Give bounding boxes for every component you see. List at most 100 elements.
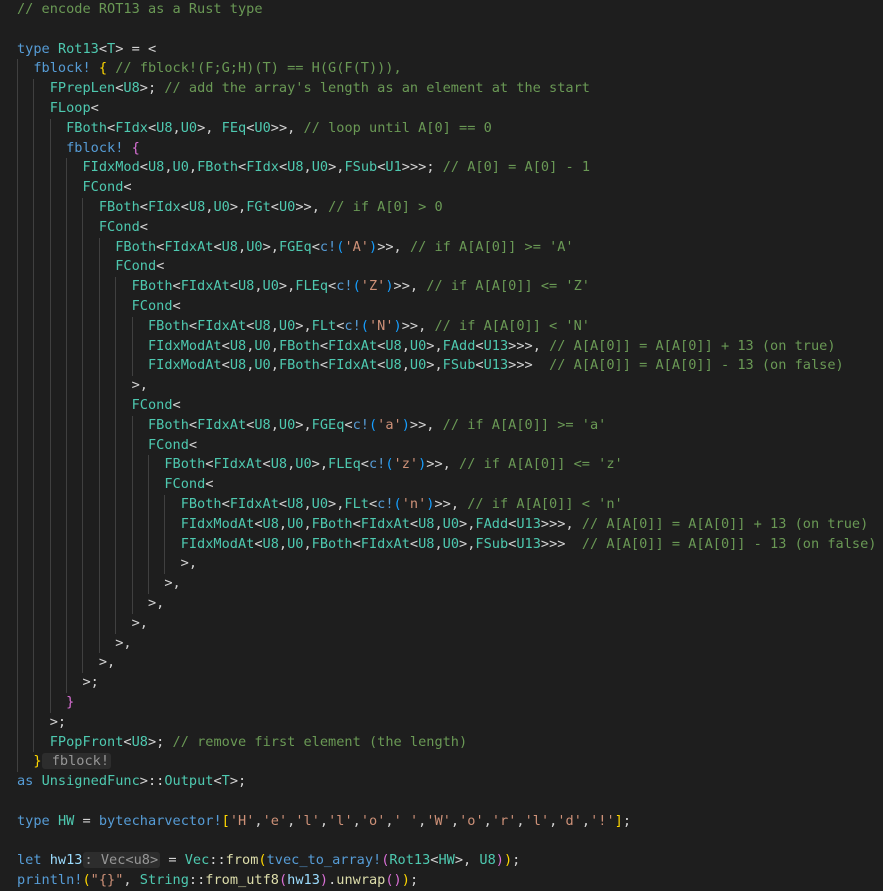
code-token: from <box>225 852 259 869</box>
code-token: FIdxModAt <box>147 337 222 354</box>
code-token: } <box>33 753 42 770</box>
code-line: >; <box>0 713 883 733</box>
code-token: FSub <box>442 357 476 374</box>
code-token: c! <box>319 238 337 255</box>
code-comment: // encode ROT13 as a Rust type <box>17 1 263 17</box>
code-token: ) <box>319 872 329 889</box>
code-line: FCond< <box>0 218 883 238</box>
code-token: { <box>131 139 140 156</box>
code-token: < <box>254 515 263 532</box>
code-token: >, <box>426 357 443 374</box>
code-token: U0 <box>254 337 271 354</box>
code-token: U0 <box>246 238 263 255</box>
code-line: fblock! { // fblock!(F;G;H)(T) == H(G(F(… <box>0 59 883 79</box>
code-token: , <box>434 535 443 552</box>
code-token: , <box>270 317 279 334</box>
code-token: FLt <box>344 496 369 512</box>
code-token: ) <box>385 278 394 295</box>
code-token: 'H' <box>229 812 255 829</box>
code-token: , <box>434 515 443 532</box>
code-token: String <box>139 872 189 889</box>
code-token: FIdxModAt <box>180 515 255 532</box>
code-token: < <box>238 159 247 176</box>
code-token: 'Z' <box>360 278 386 295</box>
code-token: U8 <box>418 535 435 552</box>
code-token: >>, <box>409 416 443 433</box>
code-token: tvec_to_array! <box>266 852 382 869</box>
code-token: U8 <box>262 515 279 532</box>
code-token: >>>, <box>540 515 582 532</box>
code-token: < <box>123 179 132 196</box>
code-line: >, <box>0 376 883 396</box>
code-token: < <box>328 278 337 295</box>
code-token: , <box>254 278 263 295</box>
code-token: < <box>139 199 148 215</box>
code-token: FBoth <box>66 119 108 136</box>
code-token: , <box>303 159 312 176</box>
code-editor[interactable]: // encode ROT13 as a Rust type type Rot13… <box>0 0 883 888</box>
code-token: >>>; <box>401 159 443 176</box>
code-token: hw13 <box>287 872 320 889</box>
code-token: , <box>123 872 140 889</box>
code-line: FIdxModAt<U8,U0,FBoth<FIdxAt<U8,U0>,FAdd… <box>0 515 883 535</box>
code-token: FIdx <box>115 119 148 136</box>
code-token: Output <box>164 773 214 790</box>
code-token: FBoth <box>147 317 189 334</box>
code-token: U8 <box>229 357 247 374</box>
code-token: >, <box>311 456 329 473</box>
code-comment: // if A[A[0]] < 'N' <box>434 317 590 334</box>
code-token: < <box>254 535 263 552</box>
code-token: U13 <box>483 337 509 354</box>
code-token: U0 <box>287 535 304 552</box>
code-token: FIdxAt <box>197 416 247 433</box>
code-token: < <box>139 218 148 235</box>
code-token: , <box>188 159 198 176</box>
code-token: unwrap <box>336 872 386 889</box>
code-token: FIdxAt <box>197 317 247 334</box>
code-comment: // fblock!(F;G;H)(T) == H(G(F(T))), <box>115 60 402 77</box>
code-token: >>> <box>508 357 550 374</box>
code-token: c! <box>377 496 394 512</box>
code-token: FEq <box>221 119 247 136</box>
code-token: FBoth <box>115 238 157 255</box>
code-token: U8 <box>385 357 402 374</box>
code-token: FLEq <box>295 278 329 295</box>
code-token: , <box>278 515 288 532</box>
code-line: >, <box>0 574 883 594</box>
code-token: FGEq <box>311 416 345 433</box>
code-token: '!' <box>590 812 615 829</box>
code-token: >>, <box>377 238 410 255</box>
code-line: FIdxModAt<U8,U0,FBoth<FIdxAt<U8,U0>,FSub… <box>0 535 883 555</box>
code-token: >; <box>229 773 247 790</box>
code-token: > = < <box>115 40 157 57</box>
code-line: as UnsignedFunc>::Output<T>; <box>0 772 883 792</box>
code-token: FBoth <box>278 337 320 354</box>
code-token: >>, <box>393 278 427 295</box>
code-token: < <box>262 456 271 473</box>
code-line: FCond< <box>0 475 883 495</box>
code-token: < <box>360 456 369 473</box>
code-token: U0 <box>311 159 329 176</box>
code-token: , <box>450 812 460 829</box>
inlay-hint: : Vec<u8> <box>82 852 161 869</box>
code-token: FBoth <box>180 496 222 512</box>
code-token: () <box>385 872 402 889</box>
code-line: FPrepLen<U8>; // add the array's length … <box>0 79 883 99</box>
code-line: let hw13: Vec<u8> = Vec::from(tvec_to_ar… <box>0 851 883 871</box>
code-line: type HW = bytecharvector!['H','e','l','l… <box>0 812 883 832</box>
code-token: < <box>368 496 378 512</box>
code-token: ) <box>503 852 513 869</box>
code-token: U8 <box>385 337 402 354</box>
code-token: FLoop <box>49 100 91 116</box>
